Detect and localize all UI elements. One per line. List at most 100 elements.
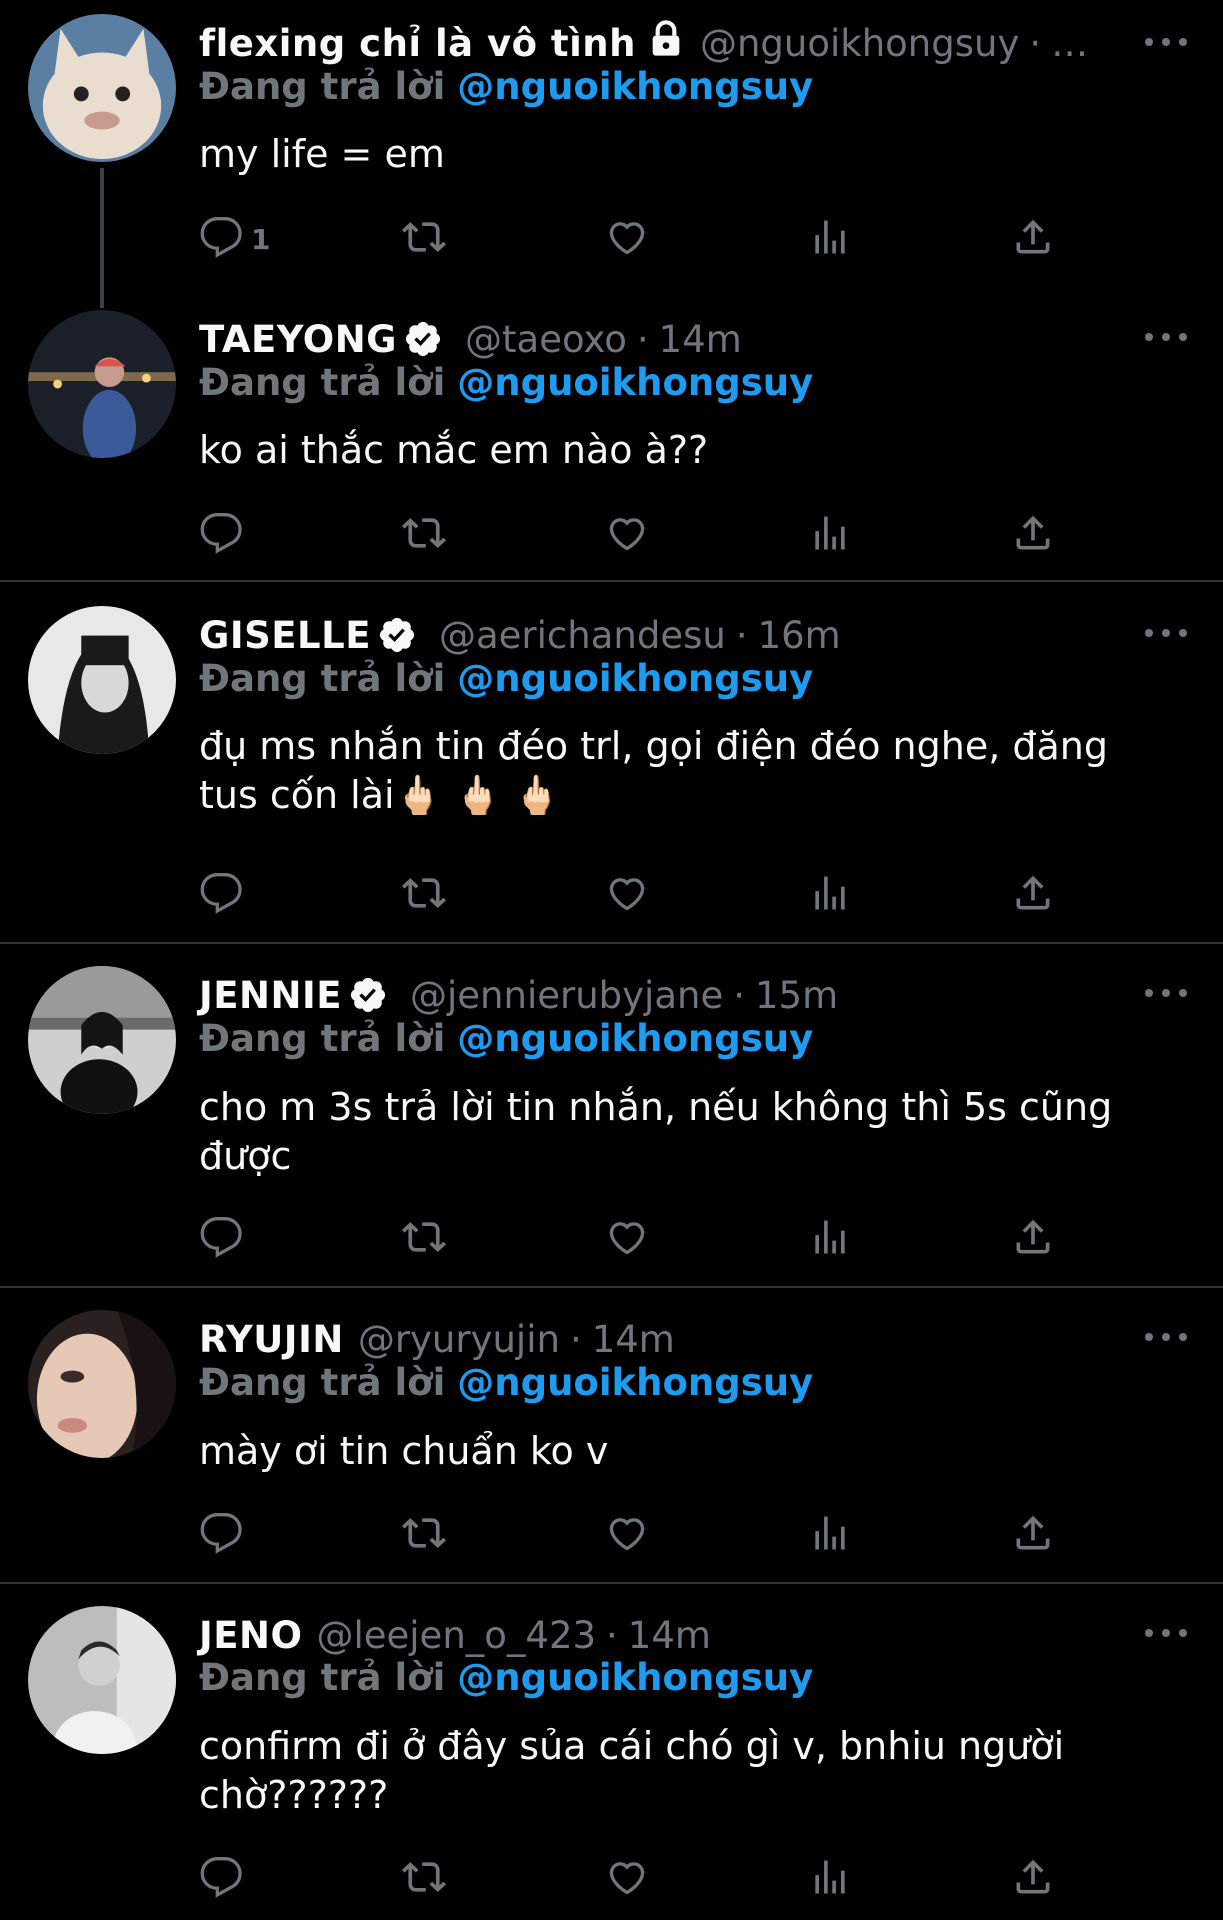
tweet-text: đụ ms nhắn tin đéo trl, gọi điện đéo ngh…	[199, 724, 1108, 817]
tweet-text: my life = em	[199, 132, 445, 176]
display-name[interactable]: TAEYONG	[199, 318, 397, 361]
action-bar	[199, 1510, 1079, 1560]
thread-connector-line	[100, 168, 104, 308]
divider	[0, 580, 1223, 582]
avatar[interactable]	[28, 1606, 176, 1754]
timestamp[interactable]: 16m	[758, 614, 841, 657]
reply-button[interactable]	[199, 1854, 243, 1904]
reply-button[interactable]	[199, 1510, 243, 1560]
user-handle[interactable]: @ryuryujin	[358, 1318, 560, 1361]
timestamp[interactable]: 14m	[592, 1318, 675, 1361]
display-name[interactable]: flexing chỉ là vô tình	[199, 22, 636, 65]
avatar[interactable]	[28, 606, 176, 754]
display-name[interactable]: JENNIE	[199, 974, 342, 1017]
retweet-icon	[402, 511, 446, 559]
timestamp[interactable]: 14m	[628, 1614, 711, 1657]
retweet-button[interactable]	[402, 1214, 446, 1264]
divider	[0, 942, 1223, 944]
retweet-button[interactable]	[402, 510, 446, 560]
more-icon[interactable]	[1145, 1618, 1187, 1648]
like-button[interactable]	[605, 214, 649, 264]
timestamp[interactable]: 14m	[659, 318, 742, 361]
retweet-button[interactable]	[402, 1854, 446, 1904]
retweet-icon	[402, 1215, 446, 1263]
heart-icon	[605, 1855, 649, 1903]
more-icon[interactable]	[1145, 618, 1187, 648]
views-button[interactable]	[808, 510, 852, 560]
views-icon	[808, 1855, 852, 1903]
replying-to: Đang trả lời @nguoikhongsuy	[199, 65, 813, 108]
share-button[interactable]	[1011, 214, 1055, 264]
tweet-text: cho m 3s trả lời tin nhắn, nếu không thì…	[199, 1085, 1113, 1178]
share-button[interactable]	[1011, 1854, 1055, 1904]
timestamp[interactable]: …	[1051, 22, 1088, 65]
share-button[interactable]	[1011, 1510, 1055, 1560]
separator-dot: ·	[636, 317, 649, 361]
share-icon	[1011, 1855, 1055, 1903]
reply-button[interactable]	[199, 1214, 243, 1264]
more-icon[interactable]	[1145, 27, 1187, 57]
tweet-header: flexing chỉ là vô tình @nguoikhongsuy · …	[199, 18, 1088, 68]
avatar[interactable]	[28, 966, 176, 1114]
display-name[interactable]: JENO	[199, 1614, 302, 1657]
verified-badge-icon	[377, 615, 417, 655]
display-name[interactable]: GISELLE	[199, 614, 371, 657]
reply-count: 1	[251, 222, 271, 256]
replying-to-mention[interactable]: @nguoikhongsuy	[457, 657, 813, 700]
share-icon	[1011, 511, 1055, 559]
user-handle[interactable]: @aerichandesu	[439, 614, 726, 657]
action-bar	[199, 510, 1079, 560]
retweet-button[interactable]	[402, 214, 446, 264]
more-icon[interactable]	[1145, 322, 1187, 352]
like-button[interactable]	[605, 1854, 649, 1904]
more-icon[interactable]	[1145, 1322, 1187, 1352]
user-handle[interactable]: @jennierubyjane	[410, 974, 723, 1017]
heart-icon	[605, 1215, 649, 1263]
replying-to-label: Đang trả lời	[199, 1361, 446, 1404]
reply-button[interactable]	[199, 870, 243, 920]
user-handle[interactable]: @taeoxo	[465, 318, 627, 361]
action-bar	[199, 1854, 1079, 1904]
reply-button[interactable]: 1	[199, 214, 270, 264]
user-handle[interactable]: @nguoikhongsuy	[700, 22, 1019, 65]
views-icon	[808, 1511, 852, 1559]
share-button[interactable]	[1011, 510, 1055, 560]
replying-to: Đang trả lời @nguoikhongsuy	[199, 361, 813, 404]
like-button[interactable]	[605, 870, 649, 920]
like-button[interactable]	[605, 510, 649, 560]
share-icon	[1011, 1215, 1055, 1263]
avatar[interactable]	[28, 1310, 176, 1458]
views-button[interactable]	[808, 870, 852, 920]
share-button[interactable]	[1011, 870, 1055, 920]
retweet-button[interactable]	[402, 870, 446, 920]
like-button[interactable]	[605, 1510, 649, 1560]
views-button[interactable]	[808, 1510, 852, 1560]
share-button[interactable]	[1011, 1214, 1055, 1264]
display-name[interactable]: RYUJIN	[199, 1318, 344, 1361]
replying-to-mention[interactable]: @nguoikhongsuy	[457, 65, 813, 108]
avatar[interactable]	[28, 14, 176, 162]
views-button[interactable]	[808, 1214, 852, 1264]
avatar[interactable]	[28, 310, 176, 458]
views-button[interactable]	[808, 1854, 852, 1904]
replying-to-mention[interactable]: @nguoikhongsuy	[457, 361, 813, 404]
tweet-header: JENO @leejen_o_423 · 14m	[199, 1610, 711, 1660]
views-icon	[808, 215, 852, 263]
replying-to-mention[interactable]: @nguoikhongsuy	[457, 1361, 813, 1404]
retweet-button[interactable]	[402, 1510, 446, 1560]
heart-icon	[605, 1511, 649, 1559]
replying-to: Đang trả lời @nguoikhongsuy	[199, 1656, 813, 1699]
views-button[interactable]	[808, 214, 852, 264]
replying-to-mention[interactable]: @nguoikhongsuy	[457, 1656, 813, 1699]
reply-button[interactable]	[199, 510, 243, 560]
tweet-header: GISELLE @aerichandesu · 16m	[199, 610, 841, 660]
replying-to-mention[interactable]: @nguoikhongsuy	[457, 1017, 813, 1060]
timestamp[interactable]: 15m	[755, 974, 838, 1017]
user-handle[interactable]: @leejen_o_423	[316, 1614, 596, 1657]
tweet-text: ko ai thắc mắc em nào à??	[199, 428, 709, 472]
action-bar	[199, 870, 1079, 920]
like-button[interactable]	[605, 1214, 649, 1264]
reply-icon	[199, 215, 243, 263]
reply-icon	[199, 1215, 243, 1263]
more-icon[interactable]	[1145, 978, 1187, 1008]
